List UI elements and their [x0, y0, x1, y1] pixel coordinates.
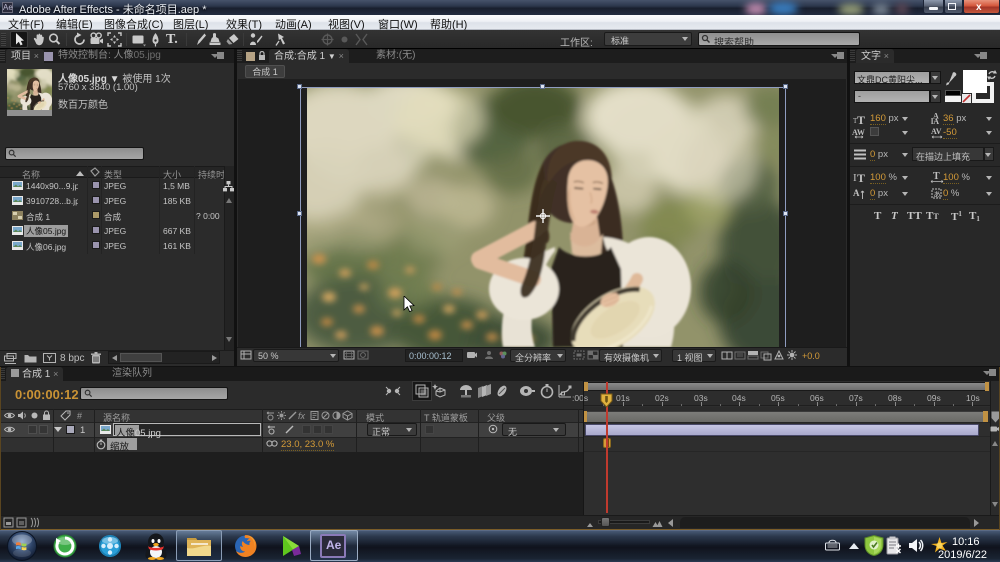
svg-text:A: A	[853, 188, 860, 198]
svg-text:lA: lA	[931, 117, 939, 125]
svg-text:あ: あ	[934, 191, 941, 199]
svg-text:AW: AW	[852, 128, 865, 137]
svg-text:T: T	[857, 113, 865, 125]
svg-text:fx: fx	[298, 411, 306, 421]
svg-text:T: T	[857, 171, 865, 183]
svg-text:T: T	[933, 171, 940, 182]
svg-text:AV: AV	[931, 127, 942, 136]
